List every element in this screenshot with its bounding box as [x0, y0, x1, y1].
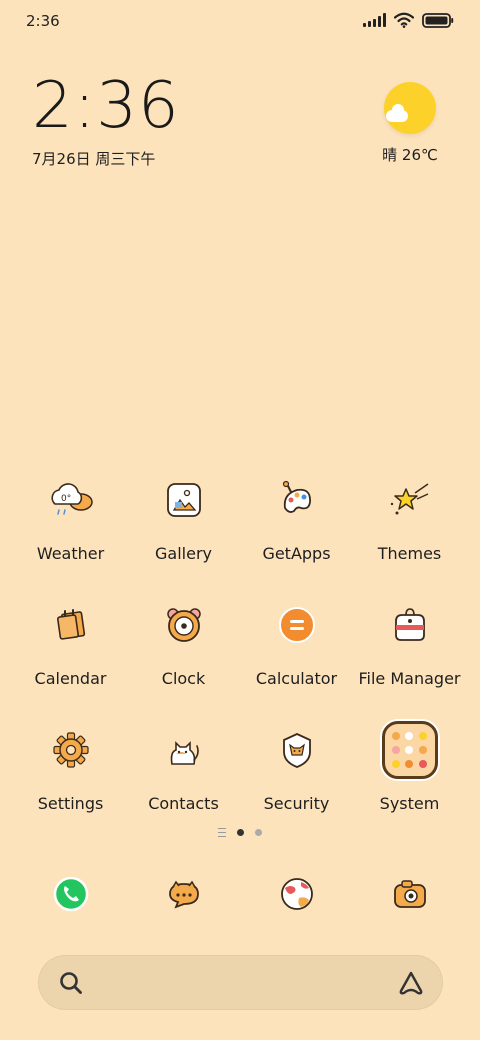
search-icon[interactable]	[58, 970, 84, 996]
camera-icon[interactable]	[382, 866, 438, 922]
calendar-icon	[43, 597, 99, 653]
weather-widget[interactable]: 晴 26℃	[374, 82, 446, 165]
app-weather[interactable]: 0° Weather	[14, 470, 127, 595]
page-dot[interactable]	[255, 829, 262, 836]
app-calculator[interactable]: Calculator	[240, 595, 353, 720]
app-label: Themes	[377, 544, 442, 563]
messages-icon[interactable]	[156, 866, 212, 922]
weather-text: 晴 26℃	[382, 146, 438, 164]
signal-icon	[363, 13, 386, 27]
app-file-manager[interactable]: File Manager	[353, 595, 466, 720]
app-getapps[interactable]: GetApps	[240, 470, 353, 595]
sunny-cloud-icon	[384, 82, 436, 134]
app-drawer-indicator-icon[interactable]	[218, 828, 226, 837]
system-folder-icon	[381, 721, 438, 779]
app-label: Settings	[37, 794, 104, 813]
calculator-icon	[269, 597, 325, 653]
status-icons	[363, 12, 454, 28]
contacts-icon	[156, 722, 212, 778]
battery-icon	[422, 12, 454, 28]
app-gallery[interactable]: Gallery	[127, 470, 240, 595]
weather-icon: 0°	[43, 472, 99, 528]
app-label: Calendar	[34, 669, 107, 688]
themes-icon	[382, 472, 438, 528]
security-icon	[269, 722, 325, 778]
app-clock[interactable]: Clock	[127, 595, 240, 720]
status-time: 2:36	[26, 12, 60, 30]
app-contacts[interactable]: Contacts	[127, 720, 240, 845]
app-grid: 0° Weather Gallery GetApps Themes Calend…	[14, 470, 466, 845]
clock-icon	[156, 597, 212, 653]
app-calendar[interactable]: Calendar	[14, 595, 127, 720]
phone-icon[interactable]	[43, 866, 99, 922]
dock	[14, 866, 466, 922]
svg-text:0°: 0°	[61, 494, 71, 504]
app-label: System	[379, 794, 440, 813]
app-label: Contacts	[148, 794, 219, 813]
page-dot-active[interactable]	[237, 829, 244, 836]
gallery-icon	[156, 472, 212, 528]
app-label: GetApps	[262, 544, 331, 563]
clock-date: 7月26日 周三下午	[32, 150, 156, 168]
app-label: Calculator	[255, 669, 338, 688]
app-security[interactable]: Security	[240, 720, 353, 845]
wifi-icon	[394, 12, 414, 28]
app-label: File Manager	[358, 669, 461, 688]
file-manager-icon	[382, 597, 438, 653]
app-label: Clock	[161, 669, 206, 688]
page-indicator[interactable]	[0, 828, 480, 837]
app-system-folder[interactable]: System	[353, 720, 466, 845]
clock-widget[interactable]: 2:36 7月26日 周三下午	[32, 74, 180, 169]
status-bar: 2:36	[0, 0, 480, 42]
settings-icon	[43, 722, 99, 778]
assistant-icon[interactable]	[397, 969, 425, 997]
search-bar[interactable]	[38, 955, 443, 1010]
app-label: Security	[263, 794, 330, 813]
app-themes[interactable]: Themes	[353, 470, 466, 595]
browser-icon[interactable]	[269, 866, 325, 922]
app-settings[interactable]: Settings	[14, 720, 127, 845]
clock-time: 2:36	[32, 69, 180, 143]
getapps-icon	[269, 472, 325, 528]
app-label: Gallery	[155, 544, 212, 563]
app-label: Weather	[36, 544, 105, 563]
